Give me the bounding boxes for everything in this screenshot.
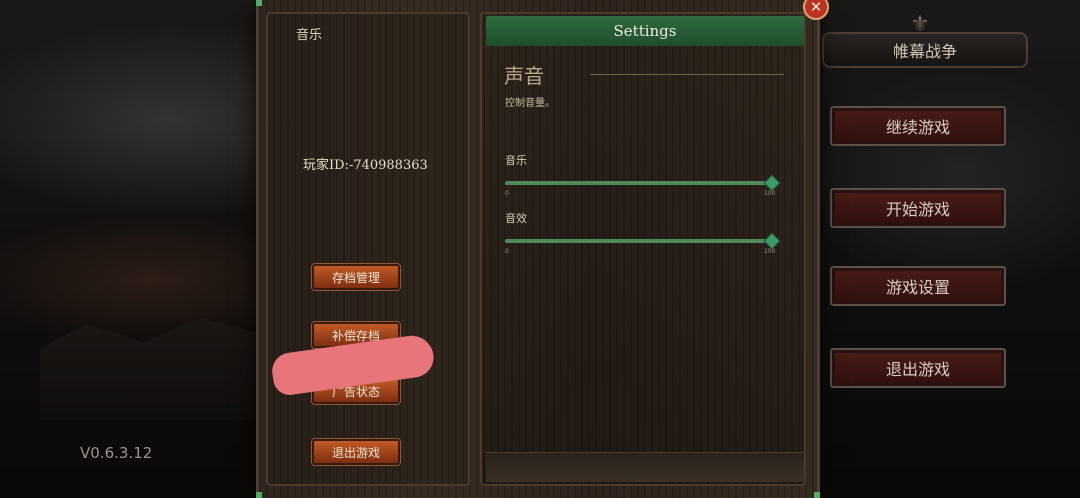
start-game-label: 开始游戏 <box>885 200 950 219</box>
panel-corner <box>256 492 262 498</box>
menu-exit-game-button[interactable]: 退出游戏 <box>830 348 1006 388</box>
section-divider <box>590 74 784 75</box>
menu-exit-game-label: 退出游戏 <box>885 360 950 379</box>
account-column <box>266 12 470 486</box>
sfx-volume-slider[interactable] <box>505 239 773 243</box>
settings-header: Settings <box>486 16 804 46</box>
sound-section-title: 声音 <box>504 64 544 88</box>
exit-game-button[interactable]: 退出游戏 <box>312 439 400 465</box>
sfx-slider-min: 0 <box>505 248 509 255</box>
panel-corner <box>814 492 820 498</box>
main-menu-title: 帷幕战争 <box>822 32 1028 68</box>
settings-bottom-bar <box>486 452 804 482</box>
continue-game-label: 继续游戏 <box>885 118 950 137</box>
settings-header-text: Settings <box>613 22 677 40</box>
start-game-button[interactable]: 开始游戏 <box>830 188 1006 228</box>
version-label: V0.6.3.12 <box>80 444 153 462</box>
player-id: 玩家ID:-740988363 <box>303 158 428 173</box>
continue-game-button[interactable]: 继续游戏 <box>830 106 1006 146</box>
sfx-slider-max: 100 <box>764 248 776 255</box>
music-slider-min: 0 <box>505 190 509 197</box>
sound-section-description: 控制音量。 <box>505 98 555 109</box>
music-volume-slider[interactable] <box>505 181 773 185</box>
save-management-label: 存档管理 <box>331 270 380 285</box>
exit-game-label: 退出游戏 <box>331 445 380 460</box>
game-settings-button[interactable]: 游戏设置 <box>830 266 1006 306</box>
panel-corner <box>256 0 262 6</box>
save-management-button[interactable]: 存档管理 <box>312 264 400 290</box>
music-slider-label: 音乐 <box>505 154 527 167</box>
music-slider-max: 100 <box>764 190 776 197</box>
sfx-slider-label: 音效 <box>505 212 527 225</box>
game-settings-label: 游戏设置 <box>885 278 950 297</box>
main-menu-title-text: 帷幕战争 <box>892 42 957 61</box>
left-column-title: 音乐 <box>296 28 323 43</box>
